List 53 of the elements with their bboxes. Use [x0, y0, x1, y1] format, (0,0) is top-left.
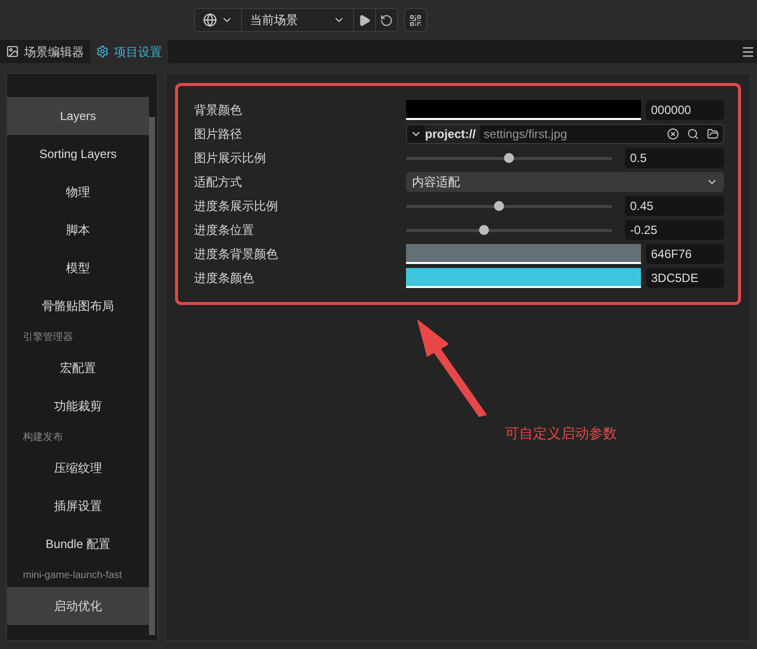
color-swatch[interactable] [406, 100, 641, 120]
panel-tab[interactable]: 项目设置 [90, 40, 168, 63]
number-field[interactable]: 0.45 [625, 196, 724, 216]
qr-code-icon [409, 14, 422, 26]
select-dropdown[interactable]: 内容适配 [406, 172, 724, 192]
asset-path-field[interactable]: project:// settings/first.jpg [406, 124, 724, 144]
color-swatch[interactable] [406, 244, 641, 264]
sidebar-item[interactable]: 插屏设置 [7, 487, 149, 525]
refresh-icon [380, 14, 393, 26]
number-field[interactable]: -0.25 [625, 220, 724, 240]
sidebar-item[interactable]: Bundle 配置 [7, 525, 149, 563]
protocol-label: project:// [425, 125, 480, 143]
sidebar-item[interactable]: Sorting Layers [7, 135, 149, 173]
setting-label: 进度条颜色 [194, 270, 255, 287]
color-hex-field[interactable]: 000000 [646, 100, 724, 120]
setting-label: 进度条背景颜色 [194, 246, 279, 263]
sidebar-item[interactable]: 宏配置 [7, 349, 149, 387]
menu-icon[interactable] [741, 44, 755, 58]
setting-label: 背景颜色 [194, 102, 243, 119]
folder-icon[interactable] [707, 128, 719, 140]
sidebar-item[interactable]: 模型 [7, 249, 149, 287]
setting-label: 适配方式 [194, 174, 243, 191]
annotation-text: 可自定义启动参数 [505, 424, 617, 443]
sidebar-item[interactable]: 脚本 [7, 211, 149, 249]
setting-label: 进度条位置 [194, 222, 255, 239]
slider-thumb[interactable] [494, 200, 504, 210]
number-field[interactable]: 0.5 [625, 148, 724, 168]
slider-thumb[interactable] [504, 152, 514, 162]
color-hex-field[interactable]: 646F76 [646, 244, 724, 264]
setting-label: 图片路径 [194, 126, 243, 143]
color-swatch[interactable] [406, 268, 641, 288]
qr-code-button[interactable] [404, 8, 427, 32]
color-hex-field[interactable]: 3DC5DE [646, 268, 724, 288]
search-icon[interactable] [687, 128, 699, 140]
picture-icon [6, 45, 19, 58]
asset-path: settings/first.jpg [482, 126, 568, 143]
slider-thumb[interactable] [479, 224, 490, 234]
gear-icon [96, 45, 109, 58]
sidebar-item[interactable]: 启动优化 [7, 587, 149, 625]
sidebar-group-header: 引擎管理器 [22, 330, 74, 345]
scrollbar[interactable] [149, 117, 155, 635]
setting-label: 图片展示比例 [194, 150, 267, 167]
sidebar-item[interactable]: 功能裁剪 [7, 387, 149, 425]
sidebar-item[interactable]: Layers [7, 97, 149, 135]
sidebar-item[interactable]: 物理 [7, 173, 149, 211]
play-icon [358, 14, 371, 26]
sidebar-group-header: mini-game-launch-fast [22, 569, 123, 583]
sidebar-item[interactable]: 骨骼贴图布局 [7, 287, 149, 325]
sidebar-group-header: 构建发布 [22, 430, 64, 445]
setting-label: 进度条展示比例 [194, 198, 279, 215]
sidebar-item[interactable]: 压缩纹理 [7, 449, 149, 487]
clear-icon[interactable] [667, 128, 679, 140]
planet-icon [203, 13, 217, 27]
